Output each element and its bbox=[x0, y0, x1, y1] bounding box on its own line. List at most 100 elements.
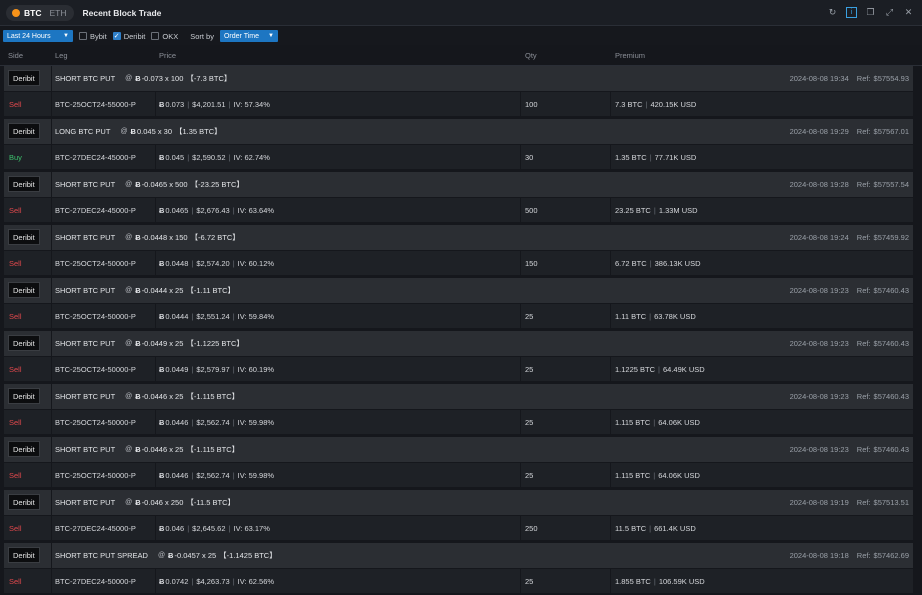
price-usd: $2,579.97 bbox=[196, 364, 230, 374]
quantity-value: 25 bbox=[525, 364, 534, 374]
filter-deribit-checkbox[interactable]: ✓ Deribit bbox=[112, 32, 145, 41]
refresh-icon[interactable]: ↻ bbox=[827, 7, 838, 18]
column-divider bbox=[155, 357, 156, 381]
premium-cell: 1.855 BTC | 106.59K USD bbox=[615, 569, 705, 593]
divider: | bbox=[649, 523, 652, 533]
trade-size: -0.0457 x 25 bbox=[174, 551, 217, 560]
trade-leg-row[interactable]: Sell BTC-25OCT24-50000-P Ƀ 0.0446 | $2,562.74… bbox=[4, 463, 913, 487]
divider: | bbox=[232, 258, 235, 268]
trade-leg-row[interactable]: Sell BTC-27DEC24-50000-P Ƀ 0.0742 | $4,263.73… bbox=[4, 569, 913, 593]
trade-total: 【-6.72 BTC】 bbox=[190, 233, 240, 242]
trade-leg-row[interactable]: Sell BTC-27DEC24-45000-P Ƀ 0.046 | $2,645.62 |… bbox=[4, 516, 913, 540]
btc-symbol-icon: Ƀ bbox=[135, 445, 141, 454]
trade-summary-row[interactable]: Deribit SHORT BTC PUT @ Ƀ -0.0446 x 25 【-1.11… bbox=[4, 384, 913, 409]
info-icon[interactable]: i bbox=[846, 7, 857, 18]
column-divider bbox=[610, 304, 611, 328]
column-price[interactable]: Price bbox=[159, 51, 176, 60]
block-trade-table: Deribit SHORT BTC PUT @ Ƀ -0.073 x 100 【-7.3 … bbox=[0, 66, 922, 595]
filter-okx-checkbox[interactable]: OKX bbox=[151, 32, 178, 41]
asset-btc-tab[interactable]: BTC bbox=[8, 8, 45, 18]
premium-btc: 1.115 BTC bbox=[615, 417, 651, 427]
exchange-badge: Deribit bbox=[8, 123, 40, 139]
btc-symbol-icon: Ƀ bbox=[159, 417, 165, 427]
column-side[interactable]: Side bbox=[8, 51, 23, 60]
popout-icon[interactable]: ❐ bbox=[865, 7, 876, 18]
implied-volatility: IV: 59.98% bbox=[237, 470, 275, 480]
column-divider bbox=[51, 92, 52, 116]
price-usd: $4,263.73 bbox=[196, 576, 230, 586]
divider: | bbox=[191, 417, 194, 427]
price-usd: $2,676.43 bbox=[196, 205, 230, 215]
filter-bybit-checkbox[interactable]: Bybit bbox=[79, 32, 107, 41]
premium-cell: 23.25 BTC | 1.33M USD bbox=[615, 198, 698, 222]
asset-eth-tab[interactable]: ETH bbox=[45, 8, 70, 18]
trade-summary-row[interactable]: Deribit LONG BTC PUT @ Ƀ 0.045 x 30 【1.35 BTC… bbox=[4, 119, 913, 144]
side-value: Sell bbox=[9, 523, 22, 533]
trade-leg-row[interactable]: Sell BTC-25OCT24-55000-P Ƀ 0.073 | $4,201.51 |… bbox=[4, 92, 913, 116]
premium-usd: 386.13K USD bbox=[654, 258, 701, 268]
sort-label: Sort by bbox=[190, 31, 214, 41]
close-icon[interactable]: ✕ bbox=[903, 7, 914, 18]
sort-dropdown[interactable]: Order Time ▼ bbox=[219, 30, 278, 42]
price-cell: Ƀ 0.045 | $2,590.52 | IV: 62.74% bbox=[159, 145, 270, 169]
side-value: Sell bbox=[9, 576, 22, 586]
trade-summary: SHORT BTC PUT @ Ƀ -0.0449 x 25 【-1.1225 BTC】 bbox=[55, 331, 244, 356]
trade-leg-row[interactable]: Sell BTC-25OCT24-50000-P Ƀ 0.0444 | $2,551.24… bbox=[4, 304, 913, 328]
expand-icon[interactable]: ⤢ bbox=[884, 7, 895, 18]
divider: | bbox=[653, 417, 656, 427]
divider: | bbox=[187, 99, 190, 109]
premium-cell: 1.1225 BTC | 64.49K USD bbox=[615, 357, 705, 381]
btc-symbol-icon: Ƀ bbox=[135, 74, 141, 83]
trade-summary-row[interactable]: Deribit SHORT BTC PUT @ Ƀ -0.073 x 100 【-7.3 … bbox=[4, 66, 913, 91]
trade-total: 【-1.115 BTC】 bbox=[186, 445, 240, 454]
trade-time: 2024-08-08 19:24 bbox=[789, 233, 849, 242]
trade-summary-row[interactable]: Deribit SHORT BTC PUT @ Ƀ -0.046 x 250 【-11.5… bbox=[4, 490, 913, 515]
trade-total: 【-7.3 BTC】 bbox=[186, 74, 232, 83]
trade-summary-row[interactable]: Deribit SHORT BTC PUT @ Ƀ -0.0448 x 150 【-6.7… bbox=[4, 225, 913, 250]
strategy-name: SHORT BTC PUT bbox=[55, 286, 116, 295]
column-divider bbox=[51, 198, 52, 222]
divider: | bbox=[649, 311, 652, 321]
premium-btc: 1.855 BTC bbox=[615, 576, 651, 586]
trade-meta: 2024-08-08 19:29 Ref: $57567.01 bbox=[790, 119, 909, 144]
divider: | bbox=[191, 205, 194, 215]
sort-value: Order Time bbox=[223, 32, 259, 40]
checkbox-box bbox=[151, 32, 160, 40]
trade-summary-row[interactable]: Deribit SHORT BTC PUT @ Ƀ -0.0444 x 25 【-1.11… bbox=[4, 278, 913, 303]
ref-price: $57554.93 bbox=[873, 74, 909, 83]
premium-cell: 6.72 BTC | 386.13K USD bbox=[615, 251, 701, 275]
period-dropdown[interactable]: Last 24 Hours ▼ bbox=[3, 30, 73, 42]
strategy-name: LONG BTC PUT bbox=[55, 127, 111, 136]
asset-btc-label: BTC bbox=[24, 7, 42, 18]
trade-summary: SHORT BTC PUT @ Ƀ -0.0446 x 25 【-1.115 BTC】 bbox=[55, 384, 239, 409]
price-btc: 0.0446 bbox=[165, 470, 189, 480]
column-leg[interactable]: Leg bbox=[55, 51, 68, 60]
instrument-name: BTC-27DEC24-45000-P bbox=[55, 523, 136, 533]
column-divider bbox=[51, 437, 52, 462]
implied-volatility: IV: 62.74% bbox=[233, 152, 270, 162]
trade-summary-row[interactable]: Deribit SHORT BTC PUT SPREAD @ Ƀ -0.0457 x 2… bbox=[4, 543, 913, 568]
column-premium[interactable]: Premium bbox=[615, 51, 645, 60]
column-divider bbox=[610, 145, 611, 169]
trade-leg-row[interactable]: Sell BTC-25OCT24-50000-P Ƀ 0.0446 | $2,562.74… bbox=[4, 410, 913, 434]
premium-btc: 7.3 BTC bbox=[615, 99, 643, 109]
ref-price: $57460.43 bbox=[873, 286, 909, 295]
trade-summary-row[interactable]: Deribit SHORT BTC PUT @ Ƀ -0.0446 x 25 【-1.11… bbox=[4, 437, 913, 462]
side-value: Sell bbox=[9, 205, 22, 215]
column-divider bbox=[520, 410, 521, 434]
trade-leg-row[interactable]: Sell BTC-25OCT24-50000-P Ƀ 0.0448 | $2,574.20… bbox=[4, 251, 913, 275]
premium-cell: 1.11 BTC | 63.78K USD bbox=[615, 304, 696, 328]
trade-summary-row[interactable]: Deribit SHORT BTC PUT @ Ƀ -0.0465 x 500 【-23.… bbox=[4, 172, 913, 197]
column-qty[interactable]: Qty bbox=[525, 51, 537, 60]
trade-leg-row[interactable]: Buy BTC-27DEC24-45000-P Ƀ 0.045 | $2,590.52 | I… bbox=[4, 145, 913, 169]
trade-leg-row[interactable]: Sell BTC-25OCT24-50000-P Ƀ 0.0449 | $2,579.97… bbox=[4, 357, 913, 381]
premium-btc: 23.25 BTC bbox=[615, 205, 651, 215]
trade-summary-row[interactable]: Deribit SHORT BTC PUT @ Ƀ -0.0449 x 25 【-1.12… bbox=[4, 331, 913, 356]
trade-meta: 2024-08-08 19:23 Ref: $57460.43 bbox=[790, 384, 909, 409]
checkbox-box bbox=[79, 32, 87, 40]
column-divider bbox=[155, 463, 156, 487]
trade-leg-row[interactable]: Sell BTC-27DEC24-45000-P Ƀ 0.0465 | $2,676.43… bbox=[4, 198, 913, 222]
column-divider bbox=[520, 463, 521, 487]
window-title: Recent Block Trade bbox=[82, 7, 162, 18]
asset-toggle[interactable]: BTC ETH bbox=[6, 4, 75, 21]
